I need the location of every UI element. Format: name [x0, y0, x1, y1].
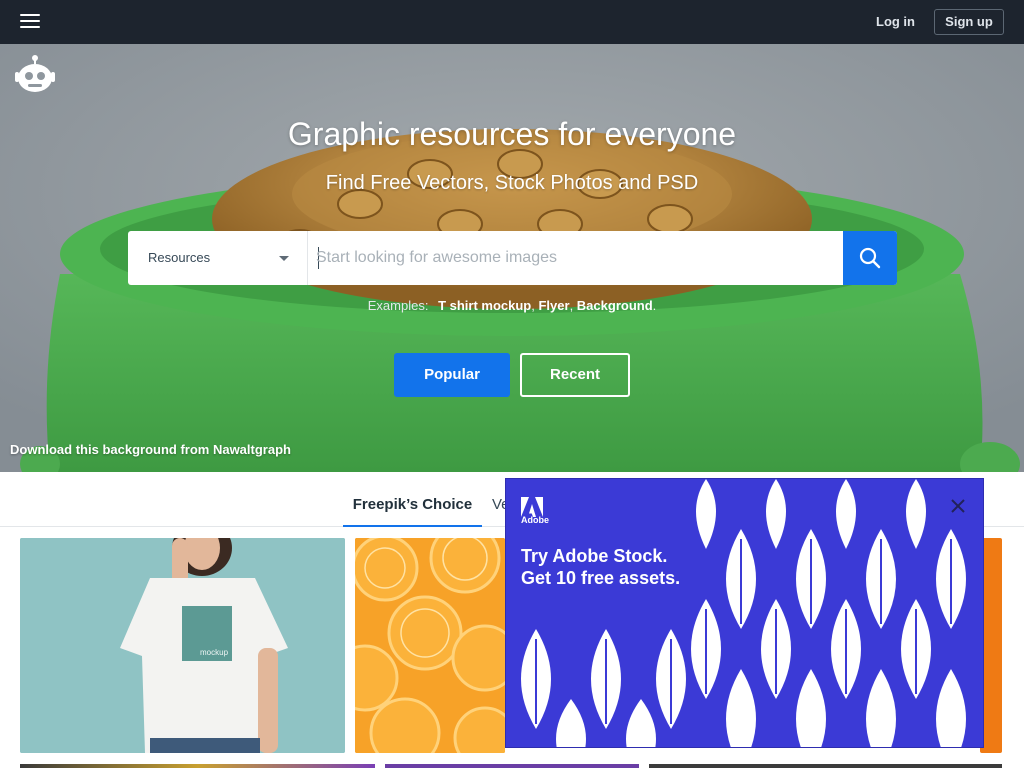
tab-freepiks-choice[interactable]: Freepik’s Choice — [343, 496, 482, 527]
hero-section: Graphic resources for everyone Find Free… — [0, 44, 1024, 472]
leaf-pattern-image — [506, 479, 983, 747]
popular-button[interactable]: Popular — [394, 353, 510, 397]
freepik-logo-icon[interactable] — [14, 54, 56, 94]
search-bar: Resources — [128, 231, 897, 285]
hero-subtitle: Find Free Vectors, Stock Photos and PSD — [325, 172, 699, 194]
adobe-logo-icon — [521, 497, 543, 517]
example-link[interactable]: Flyer — [538, 298, 569, 313]
ad-headline-line1: Try Adobe Stock. — [521, 546, 668, 566]
search-examples: Examples: T shirt mockup, Flyer, Backgro… — [367, 298, 657, 313]
example-link[interactable]: Background — [577, 298, 653, 313]
login-link[interactable]: Log in — [866, 12, 925, 31]
examples-label: Examples: — [367, 298, 429, 313]
hamburger-icon[interactable] — [20, 14, 40, 30]
top-navbar: Log in Sign up — [0, 0, 1024, 44]
resource-select-label: Resources — [148, 250, 211, 265]
resource-type-select[interactable]: Resources — [128, 231, 308, 285]
orange-slices-image — [355, 538, 505, 753]
ad-headline: Try Adobe Stock. Get 10 free assets. — [521, 545, 680, 589]
search-button[interactable] — [843, 231, 897, 285]
chevron-down-icon — [279, 256, 289, 261]
grid-item-tshirt-mockup[interactable]: mockup — [20, 538, 345, 753]
ad-headline-line2: Get 10 free assets. — [521, 568, 681, 588]
recent-button[interactable]: Recent — [520, 353, 630, 397]
grid-row-partial — [20, 764, 375, 768]
tshirt-mockup-image — [20, 538, 345, 753]
search-icon — [859, 247, 881, 269]
signup-button[interactable]: Sign up — [934, 9, 1004, 35]
search-input[interactable] — [316, 243, 836, 273]
background-credit-link[interactable]: Download this background from Nawaltgrap… — [10, 442, 291, 457]
close-icon[interactable] — [949, 497, 967, 515]
hero-title: Graphic resources for everyone — [287, 116, 737, 152]
grid-item-orange-slices[interactable] — [355, 538, 505, 753]
example-link[interactable]: T shirt mockup — [438, 298, 531, 313]
mockup-print-text: mockup — [200, 648, 229, 657]
grid-row-partial — [385, 764, 639, 768]
adobe-stock-ad[interactable]: Adobe Try Adobe Stock. Get 10 free asset… — [505, 478, 984, 748]
adobe-brand-text: Adobe — [521, 515, 549, 525]
grid-row-partial — [649, 764, 1002, 768]
